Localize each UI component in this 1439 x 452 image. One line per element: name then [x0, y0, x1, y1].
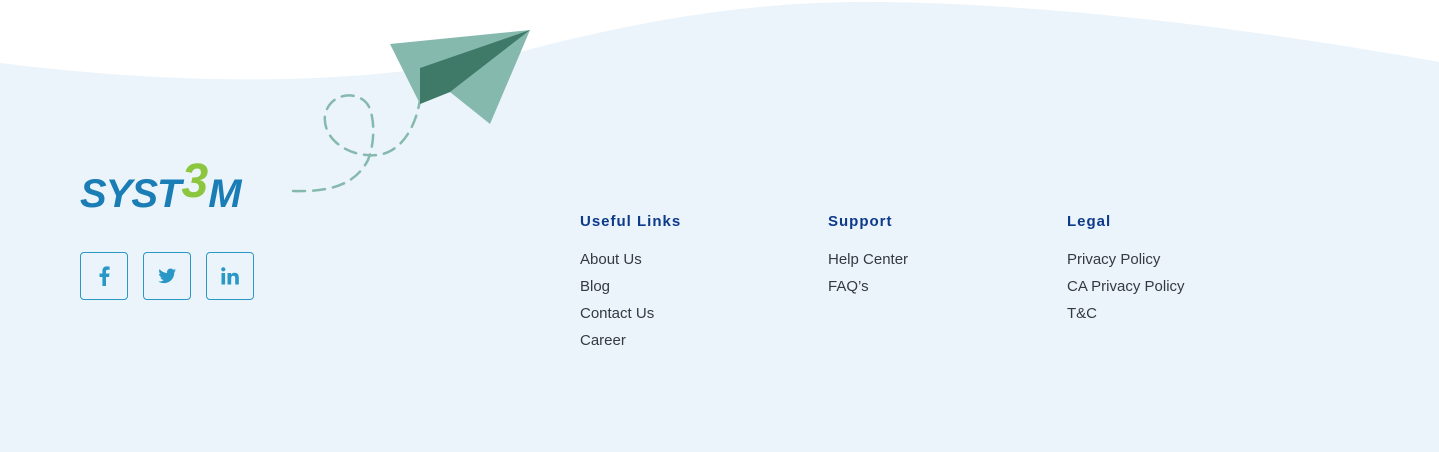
legal-links-list: Privacy Policy CA Privacy Policy T&C	[1067, 246, 1185, 327]
logo-text-left: SYST	[80, 172, 181, 216]
linkedin-icon	[221, 267, 239, 285]
link-career[interactable]: Career	[580, 327, 681, 354]
link-help-center[interactable]: Help Center	[828, 246, 908, 273]
footer-wave-background	[0, 1, 1439, 452]
link-privacy-policy[interactable]: Privacy Policy	[1067, 246, 1185, 273]
facebook-button[interactable]	[80, 252, 128, 300]
twitter-icon	[158, 268, 176, 284]
site-footer: SYST 3 M Useful Links About Us Blog Cont…	[0, 0, 1439, 452]
twitter-button[interactable]	[143, 252, 191, 300]
logo-text-three: 3	[181, 155, 208, 208]
support-heading: Support	[828, 213, 893, 230]
link-blog[interactable]: Blog	[580, 273, 681, 300]
syst3m-logo[interactable]: SYST 3 M	[80, 158, 242, 217]
link-ca-privacy-policy[interactable]: CA Privacy Policy	[1067, 273, 1185, 300]
useful-links-column: Useful Links About Us Blog Contact Us Ca…	[580, 212, 681, 354]
link-faqs[interactable]: FAQ’s	[828, 273, 908, 300]
facebook-icon	[99, 266, 110, 286]
linkedin-button[interactable]	[206, 252, 254, 300]
social-links	[80, 252, 254, 300]
logo-text-right: M	[208, 172, 241, 216]
legal-column: Legal Privacy Policy CA Privacy Policy T…	[1067, 212, 1185, 327]
support-column: Support Help Center FAQ’s	[828, 212, 908, 300]
useful-links-heading: Useful Links	[580, 213, 682, 230]
useful-links-list: About Us Blog Contact Us Career	[580, 246, 681, 354]
link-terms-and-conditions[interactable]: T&C	[1067, 300, 1185, 327]
link-contact-us[interactable]: Contact Us	[580, 300, 681, 327]
support-links-list: Help Center FAQ’s	[828, 246, 908, 300]
link-about-us[interactable]: About Us	[580, 246, 681, 273]
legal-heading: Legal	[1067, 213, 1112, 230]
